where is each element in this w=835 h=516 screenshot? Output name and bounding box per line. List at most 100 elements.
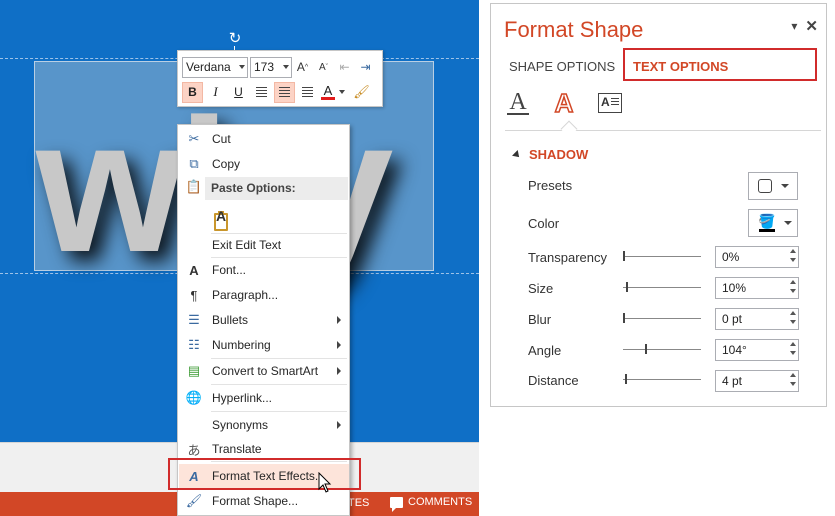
menu-label: Translate (212, 442, 262, 456)
transparency-spinner[interactable]: 0% (715, 246, 799, 268)
bold-button[interactable]: B (182, 81, 203, 103)
size-spinner[interactable]: 10% (715, 277, 799, 299)
blur-spinner[interactable]: 0 pt (715, 308, 799, 330)
shadow-section-header[interactable]: SHADOW (512, 147, 589, 162)
submenu-arrow-icon (337, 367, 341, 375)
menu-item-bullets[interactable]: ☰ Bullets (179, 308, 349, 332)
font-color-dropdown-icon[interactable] (339, 90, 345, 94)
chevron-down-icon[interactable] (283, 64, 289, 69)
increase-font-size-icon[interactable]: A ^ (292, 57, 313, 78)
shadow-section-title: SHADOW (529, 147, 589, 162)
font-name-value: Verdana (186, 60, 231, 74)
align-right-icon (302, 87, 313, 97)
format-text-effects-highlight (168, 458, 361, 490)
align-left-button[interactable] (251, 82, 272, 103)
align-right-button[interactable] (297, 82, 318, 103)
spin-down-icon[interactable] (790, 258, 796, 262)
tab-shape-options[interactable]: SHAPE OPTIONS (509, 59, 615, 74)
bullets-icon: ☰ (188, 312, 200, 327)
separator (211, 384, 347, 385)
format-shape-pane: Format Shape ▾ ✕ SHAPE OPTIONS TEXT OPTI… (490, 3, 827, 407)
font-name-combo[interactable]: Verdana (182, 56, 248, 78)
menu-label: Numbering (212, 338, 271, 352)
distance-value: 4 pt (722, 374, 743, 388)
rotate-handle-icon[interactable]: ↻ (227, 31, 243, 47)
spin-down-icon[interactable] (790, 289, 796, 293)
close-icon[interactable]: ✕ (805, 17, 818, 35)
underline-button[interactable]: U (228, 82, 249, 103)
blur-slider[interactable] (623, 313, 701, 325)
comments-button[interactable]: COMMENTS (390, 496, 472, 512)
notes-button[interactable]: TES (348, 497, 369, 509)
paste-keep-text-only-button[interactable]: A (208, 203, 234, 231)
menu-item-paragraph[interactable]: ¶ Paragraph... (179, 283, 349, 307)
pane-title: Format Shape (504, 17, 644, 42)
menu-item-font[interactable]: A Font... (179, 258, 349, 282)
menu-item-cut[interactable]: ✂ Cut (179, 127, 349, 151)
textbox-icon[interactable]: A (597, 89, 623, 117)
copy-icon: ⧉ (189, 156, 199, 171)
font-size-combo[interactable]: 173 (250, 56, 292, 78)
spin-up-icon[interactable] (790, 280, 796, 284)
menu-item-convert-smartart[interactable]: ▤ Convert to SmartArt (179, 359, 349, 383)
distance-slider[interactable] (623, 374, 701, 386)
menu-label: Convert to SmartArt (212, 364, 319, 378)
selected-tab-pointer (560, 120, 578, 138)
text-options-highlight (623, 48, 817, 81)
pane-options-icon[interactable]: ▾ (791, 19, 797, 33)
mouse-cursor-icon (318, 472, 332, 493)
menu-label: Bullets (212, 313, 249, 327)
chevron-down-icon (784, 221, 793, 225)
decrease-indent-icon[interactable]: ⇤ (334, 57, 355, 78)
menu-label: Synonyms (212, 418, 269, 432)
transparency-slider[interactable] (623, 251, 701, 263)
color-dropdown[interactable]: 🪣 (748, 209, 798, 237)
menu-label: Exit Edit Text (212, 238, 282, 252)
spin-up-icon[interactable] (790, 249, 796, 253)
submenu-arrow-icon (337, 341, 341, 349)
scissors-icon: ✂ (188, 131, 200, 146)
submenu-arrow-icon (337, 421, 341, 429)
size-slider[interactable] (623, 282, 701, 294)
comment-icon (390, 496, 403, 512)
decrease-font-size-icon[interactable]: Aˇ (313, 57, 334, 78)
angle-spinner[interactable]: 104° (715, 339, 799, 361)
menu-label: Format Shape... (212, 494, 299, 508)
menu-label: Copy (212, 157, 241, 171)
format-painter-icon[interactable]: 🖌 (351, 82, 372, 103)
italic-button[interactable]: I (205, 82, 226, 103)
increase-indent-icon[interactable]: ⇥ (355, 57, 376, 78)
spin-down-icon[interactable] (790, 382, 796, 386)
distance-label: Distance (528, 373, 579, 388)
blur-label: Blur (528, 312, 552, 327)
spin-up-icon[interactable] (790, 311, 796, 315)
shadow-preset-icon (758, 179, 772, 193)
text-effects-icon[interactable]: A (551, 89, 577, 117)
paste-options-header: Paste Options: (205, 177, 348, 200)
spin-up-icon[interactable] (790, 373, 796, 377)
text-fill-outline-icon[interactable]: A (505, 89, 531, 117)
align-left-icon (256, 87, 267, 97)
angle-slider[interactable] (623, 344, 701, 356)
spin-down-icon[interactable] (790, 351, 796, 355)
transparency-label: Transparency (528, 250, 607, 265)
chevron-down-icon[interactable] (239, 64, 245, 69)
angle-value: 104° (722, 343, 747, 357)
presets-dropdown[interactable] (748, 172, 798, 200)
menu-item-synonyms[interactable]: Synonyms (179, 413, 349, 437)
clipboard-letter-icon: A (216, 208, 227, 224)
spin-down-icon[interactable] (790, 320, 796, 324)
spin-up-icon[interactable] (790, 342, 796, 346)
font-color-icon: A (321, 84, 335, 100)
menu-item-exit-edit-text[interactable]: Exit Edit Text (179, 233, 349, 257)
menu-item-hyperlink[interactable]: 🌐 Hyperlink... (179, 386, 349, 410)
submenu-arrow-icon (337, 316, 341, 324)
size-value: 10% (722, 281, 747, 295)
align-center-button[interactable] (274, 81, 295, 103)
distance-spinner[interactable]: 4 pt (715, 370, 799, 392)
menu-item-copy[interactable]: ⧉ Copy (179, 152, 349, 176)
presets-label: Presets (528, 178, 573, 193)
menu-item-numbering[interactable]: ☷ Numbering (179, 333, 349, 357)
font-color-button[interactable]: A (320, 82, 336, 103)
shadow-color-swatch (758, 229, 775, 232)
